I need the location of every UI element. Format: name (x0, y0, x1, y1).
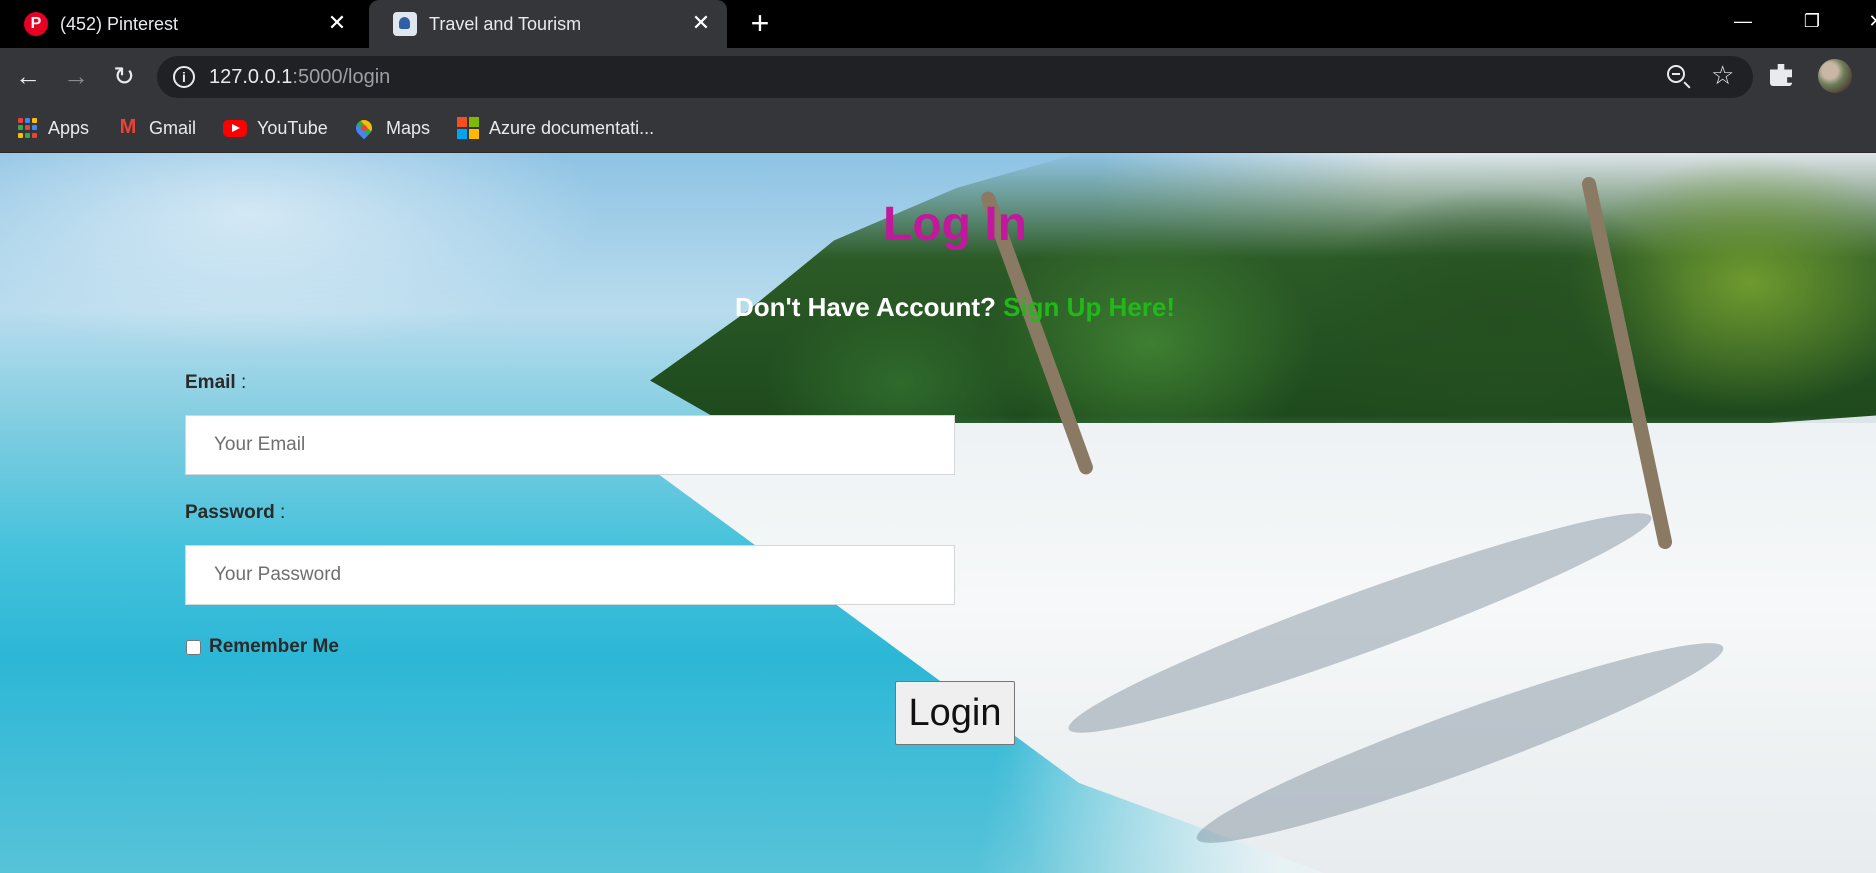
password-field[interactable] (185, 545, 955, 605)
reload-button[interactable]: ↻ (106, 58, 142, 94)
tab-pinterest[interactable]: (452) Pinterest ✕ (0, 0, 363, 48)
bookmarks-bar: Apps Gmail YouTube Maps Azure documentat… (0, 104, 1876, 153)
page-title: Log In (883, 198, 1027, 251)
email-field[interactable] (185, 415, 955, 475)
no-account-text: Don't Have Account? (734, 292, 996, 322)
remember-me-label: Remember Me (209, 636, 339, 657)
minimize-button[interactable]: — (1723, 6, 1763, 36)
gmail-icon (117, 116, 139, 139)
bookmark-gmail[interactable]: Gmail (117, 115, 196, 141)
tab-title: Travel and Tourism (429, 13, 582, 34)
email-label-text: Email (185, 372, 236, 393)
remember-me[interactable]: Remember Me (185, 636, 339, 658)
label-colon: : (235, 372, 247, 393)
password-label-text: Password (185, 502, 275, 523)
tab-strip: (452) Pinterest ✕ Travel and Tourism ✕ +… (0, 0, 1876, 48)
url-host: 127.0.0.1 (209, 66, 293, 88)
bookmark-apps[interactable]: Apps (18, 115, 89, 141)
maps-icon (352, 116, 376, 140)
label-colon: : (274, 502, 286, 523)
bookmark-azure-docs[interactable]: Azure documentati... (457, 115, 654, 141)
extensions-puzzle-icon[interactable] (1770, 64, 1792, 86)
bookmark-star-icon[interactable]: ☆ (1711, 60, 1734, 90)
back-button[interactable]: ← (10, 58, 46, 94)
info-icon[interactable]: i (173, 66, 195, 88)
browser-toolbar: ← → ↻ i 127.0.0.1:5000/login ☆ (0, 48, 1876, 104)
url-text[interactable]: 127.0.0.1:5000/login (209, 66, 390, 89)
travel-site-icon (393, 12, 417, 36)
reload-icon: ↻ (113, 61, 135, 91)
bookmark-label: YouTube (257, 117, 328, 138)
bookmark-label: Apps (48, 117, 90, 138)
address-bar[interactable]: i 127.0.0.1:5000/login ☆ (157, 56, 1753, 98)
restore-button[interactable]: ❐ (1792, 6, 1832, 36)
remember-me-checkbox[interactable] (186, 639, 201, 655)
close-tab-icon[interactable]: ✕ (325, 10, 349, 35)
pinterest-icon (24, 12, 48, 36)
plus-icon: + (750, 5, 770, 41)
close-tab-icon[interactable]: ✕ (689, 10, 713, 35)
new-tab-button[interactable]: + (744, 5, 776, 41)
signup-prompt: Don't Have Account? Sign Up Here! (0, 292, 1876, 323)
bookmark-label: Gmail (149, 117, 197, 138)
tab-title: (452) Pinterest (60, 13, 179, 34)
microsoft-icon (457, 117, 479, 139)
zoom-out-icon[interactable] (1667, 65, 1685, 83)
bookmark-label: Maps (386, 117, 431, 138)
bookmark-label: Azure documentati... (489, 117, 655, 138)
arrow-left-icon: ← (15, 61, 41, 91)
tab-travel-and-tourism[interactable]: Travel and Tourism ✕ (369, 0, 727, 48)
apps-grid-icon (18, 118, 38, 138)
close-window-button[interactable]: ✕ (1856, 6, 1876, 36)
email-label: Email : (185, 372, 246, 394)
forward-button[interactable]: → (58, 58, 94, 94)
bookmark-youtube[interactable]: YouTube (223, 115, 328, 141)
arrow-right-icon: → (63, 61, 89, 91)
login-button[interactable]: Login (895, 681, 1015, 745)
youtube-icon (223, 119, 247, 137)
signup-link[interactable]: Sign Up Here! (1003, 292, 1175, 322)
password-label: Password : (185, 502, 285, 524)
profile-avatar[interactable] (1818, 59, 1852, 93)
login-page: Log In Don't Have Account? Sign Up Here!… (0, 153, 1876, 873)
url-path: :5000/login (292, 66, 391, 88)
bookmark-maps[interactable]: Maps (352, 115, 431, 141)
